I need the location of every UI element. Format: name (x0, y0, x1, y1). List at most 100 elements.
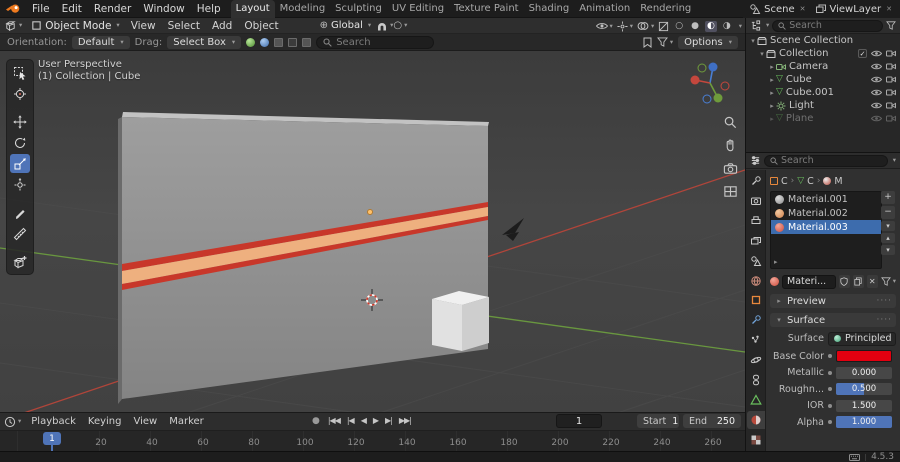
object-data-tab[interactable] (747, 391, 765, 409)
xray-toggle-icon[interactable] (658, 21, 669, 32)
object-icon[interactable] (770, 177, 778, 185)
editor-type-outliner-icon[interactable] (750, 20, 761, 31)
browse-material-icon[interactable] (770, 277, 779, 286)
gizmo-x-axis[interactable] (690, 75, 700, 85)
material-tab[interactable] (746, 411, 765, 429)
outliner-search[interactable] (772, 19, 883, 32)
decorator-dot[interactable] (828, 387, 832, 391)
eye-icon[interactable] (871, 63, 882, 70)
overlays-toggle-icon[interactable]: ▾ (637, 21, 654, 31)
transform-orientation-dropdown[interactable]: ⊕ Global ▾ (315, 18, 377, 34)
shading-rendered-button[interactable]: ◑ (721, 21, 733, 32)
visibility-icon[interactable]: ▾ (595, 22, 613, 30)
outliner-row-cube-001[interactable]: ▸ ▽ Cube.001 (746, 86, 900, 99)
decorator-dot[interactable] (828, 403, 832, 408)
annotate-tool[interactable] (10, 203, 30, 222)
render-visibility-icon[interactable] (886, 63, 896, 70)
expand-icon[interactable]: ▸ (768, 63, 776, 71)
menu-marker[interactable]: Marker (163, 416, 210, 427)
transform-tool[interactable] (10, 175, 30, 194)
menu-help[interactable]: Help (191, 0, 227, 18)
breadcrumb-object[interactable]: C (781, 176, 788, 187)
shading-solid-button[interactable]: ● (689, 21, 701, 32)
snap-magnet-icon[interactable]: ▾ (376, 20, 393, 32)
workspace-tab-modeling[interactable]: Modeling (275, 0, 331, 18)
decorator-dot[interactable] (828, 354, 832, 358)
gizmo-y-neg[interactable] (697, 63, 707, 73)
texture-tab[interactable] (747, 431, 765, 449)
jump-to-end-button[interactable]: ▶▶| (396, 415, 414, 427)
cursor-tool[interactable] (10, 84, 30, 103)
decorator-dot[interactable] (828, 370, 832, 375)
outliner-display-mode-icon[interactable]: ▾ (766, 22, 769, 29)
scene-tab[interactable] (747, 252, 765, 270)
viewlayer-unlink-icon[interactable]: ✕ (884, 5, 894, 13)
unlink-material-icon[interactable]: ✕ (866, 275, 878, 288)
light-object[interactable] (367, 209, 373, 215)
current-frame-field[interactable]: 1 (556, 414, 602, 428)
eye-icon[interactable] (871, 102, 882, 109)
expand-icon[interactable]: ▾ (758, 50, 766, 58)
frame-end-field[interactable]: End 250 (683, 414, 741, 428)
pan-hand-icon[interactable] (721, 136, 739, 154)
expand-icon[interactable]: ▸ (768, 89, 776, 97)
blender-logo-icon[interactable] (0, 3, 26, 14)
output-tab[interactable] (747, 212, 765, 230)
object-tab[interactable] (747, 292, 765, 310)
navigation-gizmo[interactable] (687, 59, 733, 107)
menu-view-timeline[interactable]: View (127, 416, 163, 427)
proportional-editing-icon[interactable]: ○ ▾ (393, 20, 407, 31)
material-slot-row-selected[interactable]: Material.003 (771, 220, 881, 234)
outliner-row-collection[interactable]: ▾ Collection ✓ (746, 47, 900, 60)
viewlayer-selector[interactable]: ViewLayer (830, 4, 882, 15)
editor-type-timeline-icon[interactable]: ▾ (0, 416, 25, 428)
viewport-3d[interactable]: User Perspective (1) Collection | Cube (0, 51, 745, 412)
menu-file[interactable]: File (26, 0, 56, 18)
view-layer-tab[interactable] (747, 232, 765, 250)
properties-search-input[interactable] (781, 155, 882, 166)
outliner-row-cube[interactable]: ▸ ▽ Cube (746, 73, 900, 86)
select-box-tool[interactable] (10, 63, 30, 82)
constraints-tab[interactable] (747, 371, 765, 389)
remove-slot-button[interactable]: − (881, 206, 895, 219)
render-visibility-icon[interactable] (886, 115, 896, 122)
move-tool[interactable] (10, 112, 30, 131)
ortho-grid-icon[interactable] (721, 182, 739, 200)
alpha-slider[interactable]: 1.000 (836, 416, 892, 428)
expand-icon[interactable]: ▸ (768, 115, 776, 123)
menu-keying[interactable]: Keying (82, 416, 128, 427)
workspace-tab-rendering[interactable]: Rendering (635, 0, 696, 18)
bookmark-icon[interactable] (643, 37, 652, 48)
jump-to-start-button[interactable]: |◀◀ (325, 415, 343, 427)
metallic-slider[interactable]: 0.000 (836, 366, 892, 379)
render-visibility-icon[interactable] (886, 89, 896, 96)
fake-user-shield-icon[interactable] (838, 275, 850, 288)
add-cube-tool[interactable] (10, 252, 30, 271)
render-visibility-icon[interactable] (886, 50, 896, 57)
scene-selector[interactable]: Scene (764, 4, 795, 15)
prev-keyframe-button[interactable]: |◀ (344, 415, 357, 427)
expand-icon[interactable]: ▸ (768, 76, 776, 84)
brush-sphere-icon[interactable] (260, 37, 270, 47)
outliner-row-light[interactable]: ▸ Light (746, 99, 900, 112)
play-reverse-button[interactable]: ◀ (358, 415, 369, 427)
surface-shader-select[interactable]: Principled ... (828, 331, 896, 346)
filter-funnel-icon[interactable]: ▾ (656, 37, 673, 47)
eye-icon[interactable] (871, 89, 882, 96)
next-keyframe-button[interactable]: ▶| (382, 415, 395, 427)
measure-tool[interactable] (10, 224, 30, 243)
orientation-dropdown[interactable]: Default ▾ (71, 35, 130, 49)
move-slot-up-button[interactable]: ▴ (881, 233, 895, 243)
workspace-tab-shading[interactable]: Shading (524, 0, 575, 18)
rotate-tool[interactable] (10, 133, 30, 152)
material-slot-row[interactable]: Material.001 (771, 192, 881, 206)
render-visibility-icon[interactable] (886, 76, 896, 83)
menu-edit[interactable]: Edit (56, 0, 88, 18)
editor-type-properties-icon[interactable] (750, 155, 761, 166)
shading-material-button[interactable]: ◐ (705, 20, 717, 32)
mask-option-icon[interactable] (302, 37, 312, 47)
timeline-ruler[interactable]: 20 40 60 80 100 120 140 160 180 200 220 … (0, 430, 745, 452)
menu-playback[interactable]: Playback (25, 416, 82, 427)
editor-type-3dview-icon[interactable]: ▾ (0, 19, 26, 32)
mesh-icon[interactable]: ▽ (797, 176, 804, 186)
